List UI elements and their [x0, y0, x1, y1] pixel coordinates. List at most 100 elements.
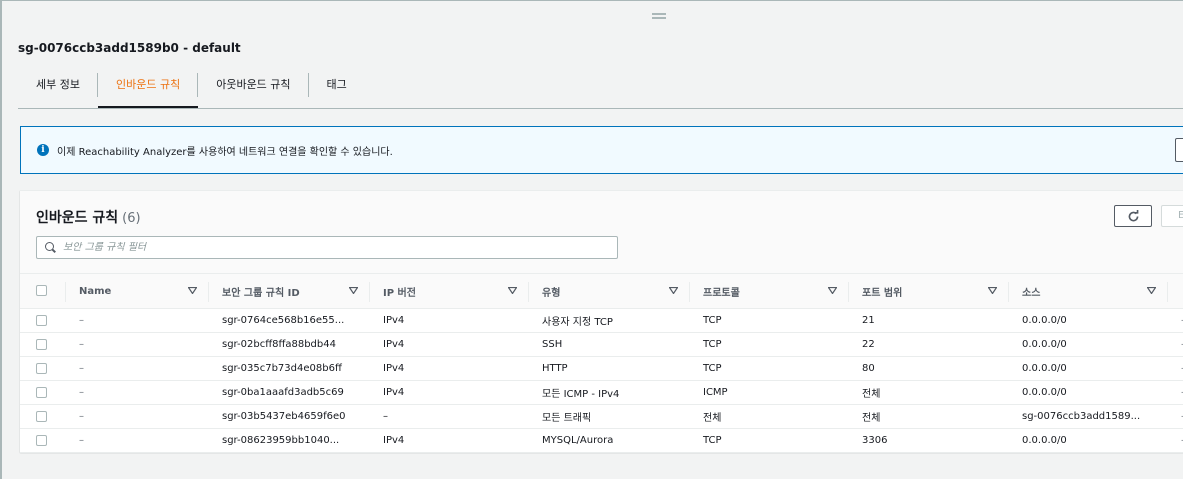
row-checkbox-cell[interactable]	[20, 404, 66, 429]
cell-type: HTTP	[529, 356, 690, 381]
sort-icon[interactable]	[188, 287, 197, 294]
select-all-checkbox[interactable]	[36, 285, 47, 297]
row-checkbox[interactable]	[36, 314, 47, 326]
tab-label: 태그	[326, 78, 347, 91]
panel-title-text: 인바운드 규칙	[36, 210, 119, 226]
cell-ip-version: –	[370, 404, 529, 429]
cell-port-range: 21	[849, 308, 1009, 333]
cell-overflow: –	[1168, 332, 1183, 357]
tab-details[interactable]: 세부 정보	[18, 67, 98, 108]
cell-rule-id: sgr-02bcff8ffa88bdb44	[209, 332, 370, 357]
tab-label: 인바운드 규칙	[115, 78, 181, 91]
sort-icon[interactable]	[669, 287, 678, 294]
info-message: 이제 Reachability Analyzer를 사용하여 네트워크 연결을 …	[57, 146, 393, 158]
banner-action-button[interactable]	[1175, 138, 1183, 162]
page-title: sg-0076ccb3add1589b0 - default	[18, 41, 241, 55]
tab-bar: 세부 정보 인바운드 규칙 아웃바운드 규칙 태그	[18, 67, 1183, 109]
filter-input[interactable]	[63, 242, 603, 253]
panel-header	[20, 191, 1183, 273]
cell-name: –	[66, 404, 209, 429]
cell-port-range: 3306	[849, 428, 1009, 453]
cell-name: –	[66, 356, 209, 381]
cell-ip-version: IPv4	[370, 380, 529, 405]
table-row[interactable]: – sgr-08623959bb1040... IPv4 MYSQL/Auror…	[20, 428, 1183, 453]
cell-source: 0.0.0.0/0	[1009, 308, 1168, 333]
column-header-source[interactable]: 소스	[1009, 273, 1168, 309]
column-label: 유형	[542, 287, 561, 299]
cell-source: 0.0.0.0/0	[1009, 380, 1168, 405]
resize-handle-icon[interactable]	[652, 13, 666, 19]
tab-label: 아웃바운드 규칙	[216, 78, 291, 91]
row-checkbox[interactable]	[36, 410, 47, 422]
info-banner: i 이제 Reachability Analyzer를 사용하여 네트워크 연결…	[20, 126, 1183, 174]
row-checkbox[interactable]	[36, 362, 47, 374]
table-row[interactable]: – sgr-0ba1aaafd3adb5c69 IPv4 모든 ICMP - I…	[20, 380, 1183, 405]
tab-outbound-rules[interactable]: 아웃바운드 규칙	[198, 67, 309, 108]
tab-inbound-rules[interactable]: 인바운드 규칙	[97, 67, 199, 108]
row-checkbox[interactable]	[36, 338, 47, 350]
split-panel: sg-0076ccb3add1589b0 - default 세부 정보 인바운…	[0, 0, 1183, 479]
cell-name: –	[66, 332, 209, 357]
cell-source: 0.0.0.0/0	[1009, 428, 1168, 453]
row-checkbox[interactable]	[36, 434, 47, 446]
table-row[interactable]: – sgr-02bcff8ffa88bdb44 IPv4 SSH TCP 22 …	[20, 332, 1183, 357]
filter-search	[36, 236, 618, 259]
cell-name: –	[66, 308, 209, 333]
row-checkbox-cell[interactable]	[20, 308, 66, 333]
cell-source: 0.0.0.0/0	[1009, 356, 1168, 381]
cell-port-range: 22	[849, 332, 1009, 357]
table-row[interactable]: – sgr-0764ce568b16e55... IPv4 사용자 지정 TCP…	[20, 308, 1183, 333]
tab-tags[interactable]: 태그	[309, 67, 365, 108]
cell-type: 사용자 지정 TCP	[529, 308, 690, 333]
cell-name: –	[66, 428, 209, 453]
cell-overflow: –	[1168, 404, 1183, 429]
cell-type: 모든 트래픽	[529, 404, 690, 429]
column-header-type[interactable]: 유형	[529, 273, 690, 309]
info-icon: i	[37, 144, 49, 156]
cell-protocol: TCP	[690, 332, 849, 357]
row-checkbox-cell[interactable]	[20, 428, 66, 453]
column-header-ip-version[interactable]: IP 버전	[370, 273, 529, 309]
cell-source: 0.0.0.0/0	[1009, 332, 1168, 357]
column-header-name[interactable]: Name	[66, 273, 209, 309]
row-checkbox-cell[interactable]	[20, 332, 66, 357]
sort-icon[interactable]	[1147, 287, 1156, 294]
tab-label: 세부 정보	[36, 78, 80, 91]
table-row[interactable]: – sgr-035c7b73d4e08b6ff IPv4 HTTP TCP 80…	[20, 356, 1183, 381]
refresh-button[interactable]	[1114, 205, 1152, 227]
cell-source: sg-0076ccb3add1589...	[1009, 404, 1168, 429]
column-label: 보안 그룹 규칙 ID	[222, 287, 300, 299]
row-checkbox-cell[interactable]	[20, 356, 66, 381]
edit-rules-button[interactable]: E	[1161, 205, 1183, 227]
cell-overflow: –	[1168, 356, 1183, 381]
cell-protocol: ICMP	[690, 380, 849, 405]
cell-rule-id: sgr-0ba1aaafd3adb5c69	[209, 380, 370, 405]
sort-icon[interactable]	[508, 287, 517, 294]
cell-protocol: TCP	[690, 308, 849, 333]
rules-table: Name 보안 그룹 규칙 ID IP 버전 유형 프로토콜 포트 범위 소스 …	[20, 273, 1183, 453]
row-checkbox[interactable]	[36, 386, 47, 398]
column-header-port-range[interactable]: 포트 범위	[849, 273, 1009, 309]
cell-port-range: 전체	[849, 380, 1009, 405]
sort-icon[interactable]	[828, 287, 837, 294]
column-header-protocol[interactable]: 프로토콜	[690, 273, 849, 309]
cell-port-range: 80	[849, 356, 1009, 381]
cell-name: –	[66, 380, 209, 405]
row-checkbox-cell[interactable]	[20, 380, 66, 405]
refresh-icon	[1128, 209, 1138, 221]
cell-rule-id: sgr-0764ce568b16e55...	[209, 308, 370, 333]
sort-icon[interactable]	[349, 287, 358, 294]
select-all-checkbox-cell[interactable]	[20, 273, 66, 309]
column-header-rule-id[interactable]: 보안 그룹 규칙 ID	[209, 273, 370, 309]
column-label: 포트 범위	[862, 287, 903, 299]
table-header-row: Name 보안 그룹 규칙 ID IP 버전 유형 프로토콜 포트 범위 소스	[20, 273, 1183, 309]
column-label: IP 버전	[383, 287, 416, 299]
cell-protocol: TCP	[690, 356, 849, 381]
cell-ip-version: IPv4	[370, 356, 529, 381]
table-row[interactable]: – sgr-03b5437eb4659f6e0 – 모든 트래픽 전체 전체 s…	[20, 404, 1183, 429]
column-label: 프로토콜	[703, 287, 740, 299]
column-header-overflow	[1168, 273, 1183, 309]
sort-icon[interactable]	[988, 287, 997, 294]
cell-overflow: –	[1168, 380, 1183, 405]
cell-rule-id: sgr-035c7b73d4e08b6ff	[209, 356, 370, 381]
